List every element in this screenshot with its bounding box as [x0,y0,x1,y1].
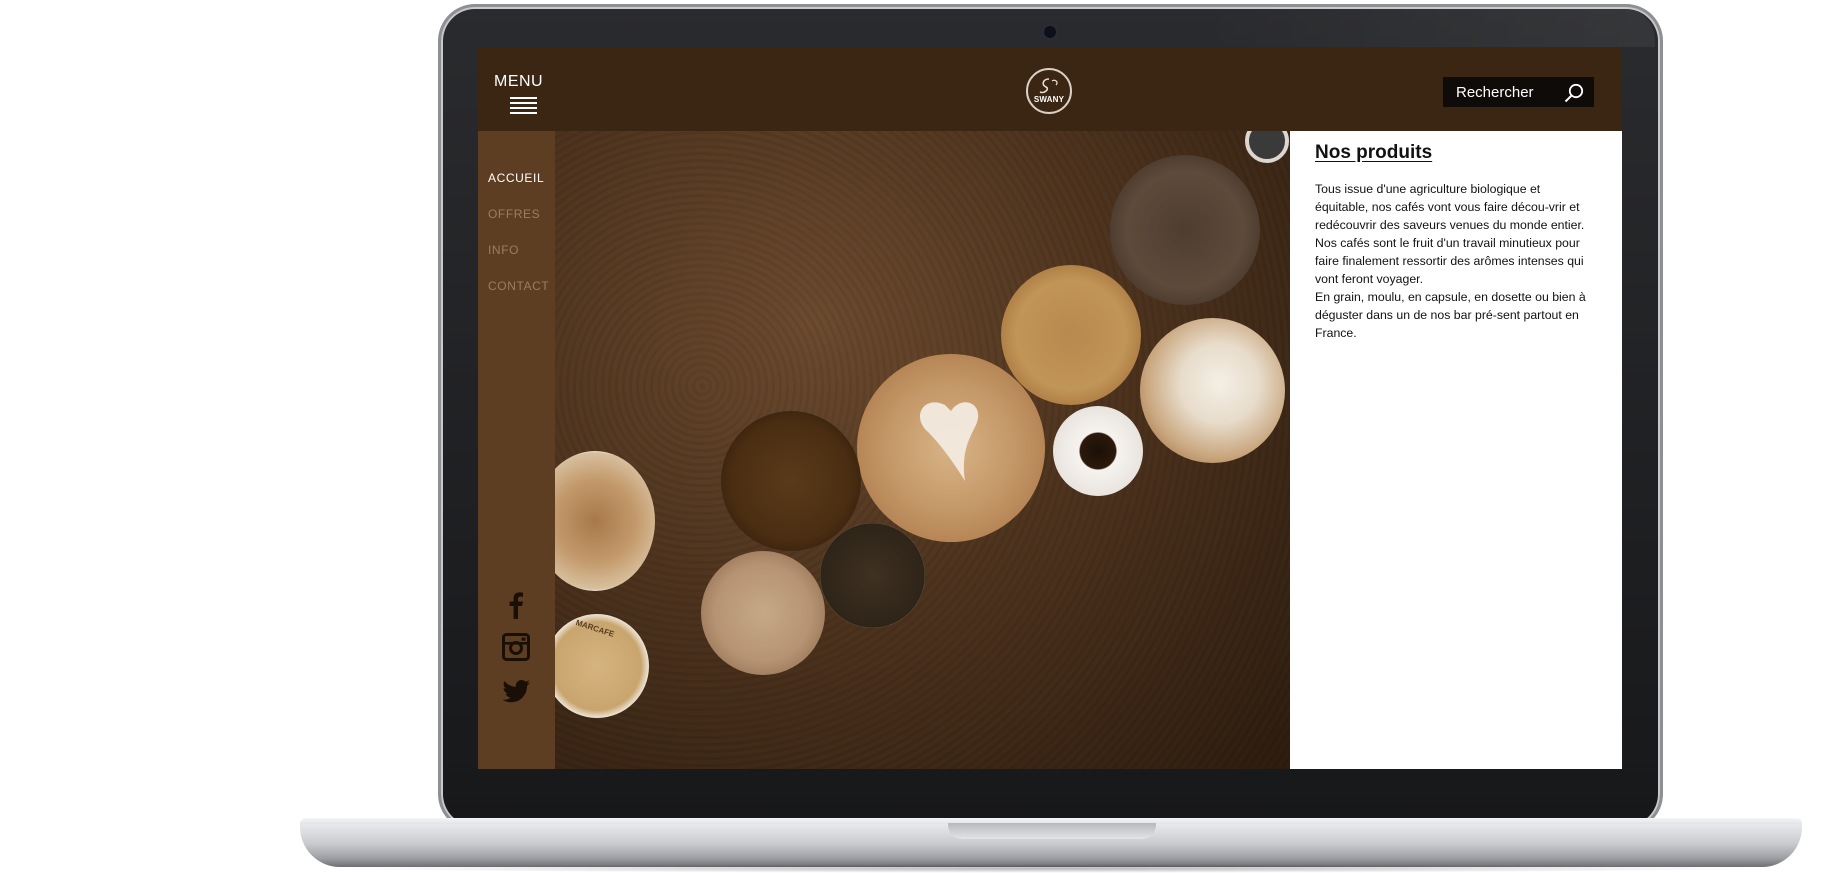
website-screen: MENU SWANY ACCUEIL OFFRES INFO CONTACT [478,47,1622,769]
nav-item-offres[interactable]: OFFRES [488,207,540,221]
nav-item-accueil[interactable]: ACCUEIL [488,171,544,185]
hamburger-icon[interactable] [510,97,537,114]
page-title: Nos produits [1315,142,1433,163]
laptop-shadow [330,864,1772,873]
camera-icon [1044,26,1056,38]
coffee-cup-milk [701,551,825,675]
coffee-cup-dark-small [820,523,925,628]
latte-heart-art [920,402,979,481]
paragraph-craft: Nos cafés sont le fruit d'un travail min… [1315,236,1584,286]
cup-brand-text: MARCAFE [574,618,616,639]
search-icon[interactable] [1563,82,1585,104]
content-body: Tous issue d'une agriculture biologique … [1315,180,1593,342]
top-bar: MENU SWANY [478,47,1622,131]
coffee-cup-cappuccino [1140,318,1285,463]
search-input[interactable] [1443,77,1561,107]
coffee-cup-golden [1001,265,1141,405]
coffee-cup-black [721,411,861,551]
content-panel: Nos produits Tous issue d'une agricultur… [1290,131,1622,769]
menu-label: MENU [494,73,544,90]
sidebar-nav: ACCUEIL OFFRES INFO CONTACT [478,131,555,769]
laptop-notch [948,823,1156,839]
paragraph-origin: Tous issue d'une agriculture biologique … [1315,182,1585,232]
search-box [1443,77,1594,107]
brand-logo[interactable]: SWANY [1026,68,1072,114]
instagram-icon[interactable] [500,631,532,663]
nav-item-contact[interactable]: CONTACT [488,279,549,293]
lid-gloss [1200,7,1655,47]
menu-button[interactable]: MENU [478,47,555,131]
coffee-cup-top-right [1110,155,1260,305]
twitter-icon[interactable] [500,675,532,707]
swan-logo-icon [1039,78,1058,94]
paragraph-formats: En grain, moulu, en capsule, en dosette … [1315,290,1586,340]
logo-text: SWANY [1033,95,1065,104]
coffee-cup-espresso [1053,406,1143,496]
hero-image-coffee-cups: MARCAFE [555,131,1290,769]
facebook-icon[interactable] [500,589,532,621]
nav-item-info[interactable]: INFO [488,243,519,257]
